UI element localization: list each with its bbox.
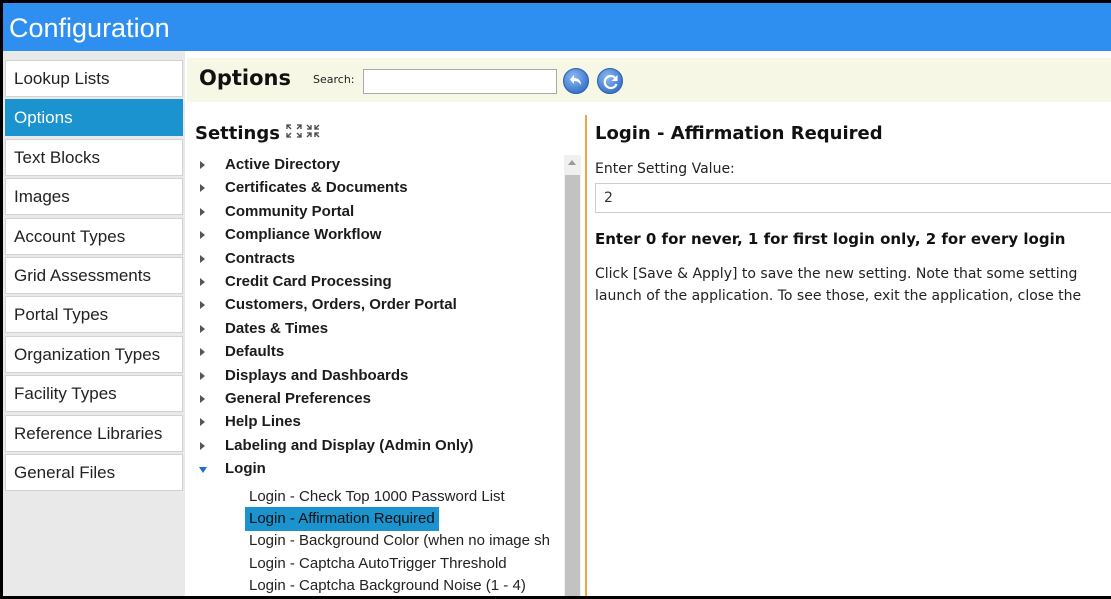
- scroll-thumb[interactable]: [565, 175, 580, 596]
- tree-category-label: Defaults: [225, 343, 285, 361]
- tree-category-community-portal[interactable]: Community Portal: [195, 202, 555, 224]
- search-label: Search:: [313, 73, 355, 86]
- tree-category-displays-and-dashboards[interactable]: Displays and Dashboards: [195, 366, 555, 388]
- tree-category-defaults[interactable]: Defaults: [195, 342, 555, 364]
- options-title: Options: [199, 66, 291, 90]
- collapsed-arrow-icon[interactable]: [200, 184, 205, 193]
- settings-title: Settings: [195, 123, 280, 144]
- sidebar-item-reference-libraries[interactable]: Reference Libraries: [5, 414, 183, 452]
- collapsed-arrow-icon[interactable]: [200, 231, 205, 240]
- setting-title: Login - Affirmation Required: [595, 123, 883, 144]
- tree-category-customers-orders-order-portal[interactable]: Customers, Orders, Order Portal: [195, 295, 555, 317]
- tree-category-label: Certificates & Documents: [225, 179, 408, 197]
- tree-category-active-directory[interactable]: Active Directory: [195, 155, 555, 177]
- collapsed-arrow-icon[interactable]: [200, 324, 205, 333]
- tree-setting-item[interactable]: Login - Affirmation Required: [245, 507, 439, 531]
- save-note-line: launch of the application. To see those,…: [595, 288, 1082, 304]
- tree-category-compliance-workflow[interactable]: Compliance Workflow: [195, 225, 555, 247]
- configuration-window: Configuration Lookup Lists Options Text Bl…: [3, 3, 1111, 596]
- refresh-button[interactable]: [597, 68, 623, 94]
- tree-scrollbar[interactable]: [564, 155, 581, 596]
- refresh-icon: [603, 74, 618, 90]
- tree-category-dates-times[interactable]: Dates & Times: [195, 319, 555, 341]
- tree-category-label: Contracts: [225, 249, 296, 267]
- back-arrow-icon: [570, 75, 581, 85]
- tree-category-general-preferences[interactable]: General Preferences: [195, 389, 555, 411]
- tree-category-label: Customers, Orders, Order Portal: [225, 296, 457, 314]
- sidebar-item-organization-types[interactable]: Organization Types: [5, 335, 183, 373]
- tree-category-label: Login: [225, 460, 266, 478]
- scroll-up-icon[interactable]: [568, 160, 576, 165]
- tree-category-label: Dates & Times: [225, 319, 329, 337]
- back-button[interactable]: [563, 68, 589, 94]
- options-toolbar: Options Search:: [187, 58, 1111, 102]
- sidebar-item-account-types[interactable]: Account Types: [5, 217, 183, 255]
- tree-category-label: Community Portal: [225, 202, 355, 220]
- tree-category-help-lines[interactable]: Help Lines: [195, 412, 555, 434]
- settings-tree: Active Directory Certificates & Documents…: [195, 155, 567, 596]
- setting-value-input[interactable]: [595, 183, 1111, 213]
- setting-value-label: Enter Setting Value:: [595, 161, 735, 177]
- save-note-line: Click [Save & Apply] to save the new set…: [595, 266, 1078, 282]
- collapsed-arrow-icon[interactable]: [200, 254, 205, 263]
- collapse-all-icon[interactable]: [306, 124, 320, 138]
- sidebar-item-options[interactable]: Options: [5, 99, 183, 137]
- tree-setting-item[interactable]: Login - Background Color (when no image …: [245, 529, 554, 553]
- tree-category-labeling-and-display-admin-only[interactable]: Labeling and Display (Admin Only): [195, 436, 555, 458]
- tree-category-certificates-documents[interactable]: Certificates & Documents: [195, 178, 555, 200]
- collapsed-arrow-icon[interactable]: [200, 207, 205, 216]
- search-input[interactable]: [363, 69, 557, 94]
- tree-category-label: Labeling and Display (Admin Only): [225, 436, 474, 454]
- collapsed-arrow-icon[interactable]: [200, 418, 205, 427]
- collapsed-arrow-icon[interactable]: [200, 348, 205, 357]
- expanded-arrow-icon[interactable]: [199, 467, 207, 474]
- sidebar-nav: Lookup Lists Options Text Blocks Images Acco…: [3, 51, 185, 596]
- expand-all-icon[interactable]: [286, 124, 302, 138]
- tree-category-label: Compliance Workflow: [225, 226, 382, 244]
- setting-detail: Login - Affirmation Required Enter Setti…: [595, 115, 1111, 596]
- collapsed-arrow-icon[interactable]: [200, 301, 205, 310]
- tree-setting-item[interactable]: Login - Captcha AutoTrigger Threshold: [245, 552, 511, 576]
- collapsed-arrow-icon[interactable]: [200, 371, 205, 380]
- save-note: Click [Save & Apply] to save the new set…: [595, 263, 1111, 307]
- expand-collapse-icons: [285, 123, 323, 145]
- collapsed-arrow-icon[interactable]: [200, 161, 205, 169]
- tree-category-label: Active Directory: [225, 156, 341, 173]
- sidebar-item-portal-types[interactable]: Portal Types: [5, 296, 183, 334]
- collapsed-arrow-icon[interactable]: [200, 395, 205, 403]
- tree-category-credit-card-processing[interactable]: Credit Card Processing: [195, 272, 555, 294]
- tree-setting-item[interactable]: Login - Captcha Background Noise (1 - 4): [245, 574, 530, 596]
- sidebar-item-text-blocks[interactable]: Text Blocks: [5, 138, 183, 176]
- setting-hint: Enter 0 for never, 1 for first login onl…: [595, 230, 1066, 248]
- tree-category-label: Displays and Dashboards: [225, 366, 409, 384]
- collapsed-arrow-icon[interactable]: [200, 278, 205, 286]
- sidebar-item-general-files[interactable]: General Files: [5, 454, 183, 491]
- tree-setting-item[interactable]: Login - Check Top 1000 Password List: [245, 485, 509, 509]
- sidebar-item-grid-assessments[interactable]: Grid Assessments: [5, 257, 183, 294]
- sidebar-item-images[interactable]: Images: [5, 178, 183, 216]
- options-panel: Options Search: Settings Active Director…: [187, 51, 1111, 596]
- sidebar-item-lookup-lists[interactable]: Lookup Lists: [5, 60, 183, 97]
- tree-category-login[interactable]: Login: [195, 459, 555, 481]
- tree-category-label: Credit Card Processing: [225, 273, 392, 290]
- tree-category-label: General Preferences: [225, 390, 371, 407]
- panel-divider[interactable]: [585, 115, 587, 596]
- tree-category-contracts[interactable]: Contracts: [195, 249, 555, 271]
- collapsed-arrow-icon[interactable]: [200, 441, 205, 450]
- sidebar-item-facility-types[interactable]: Facility Types: [5, 375, 183, 413]
- window-title: Configuration: [3, 3, 1111, 51]
- tree-category-label: Help Lines: [225, 413, 301, 431]
